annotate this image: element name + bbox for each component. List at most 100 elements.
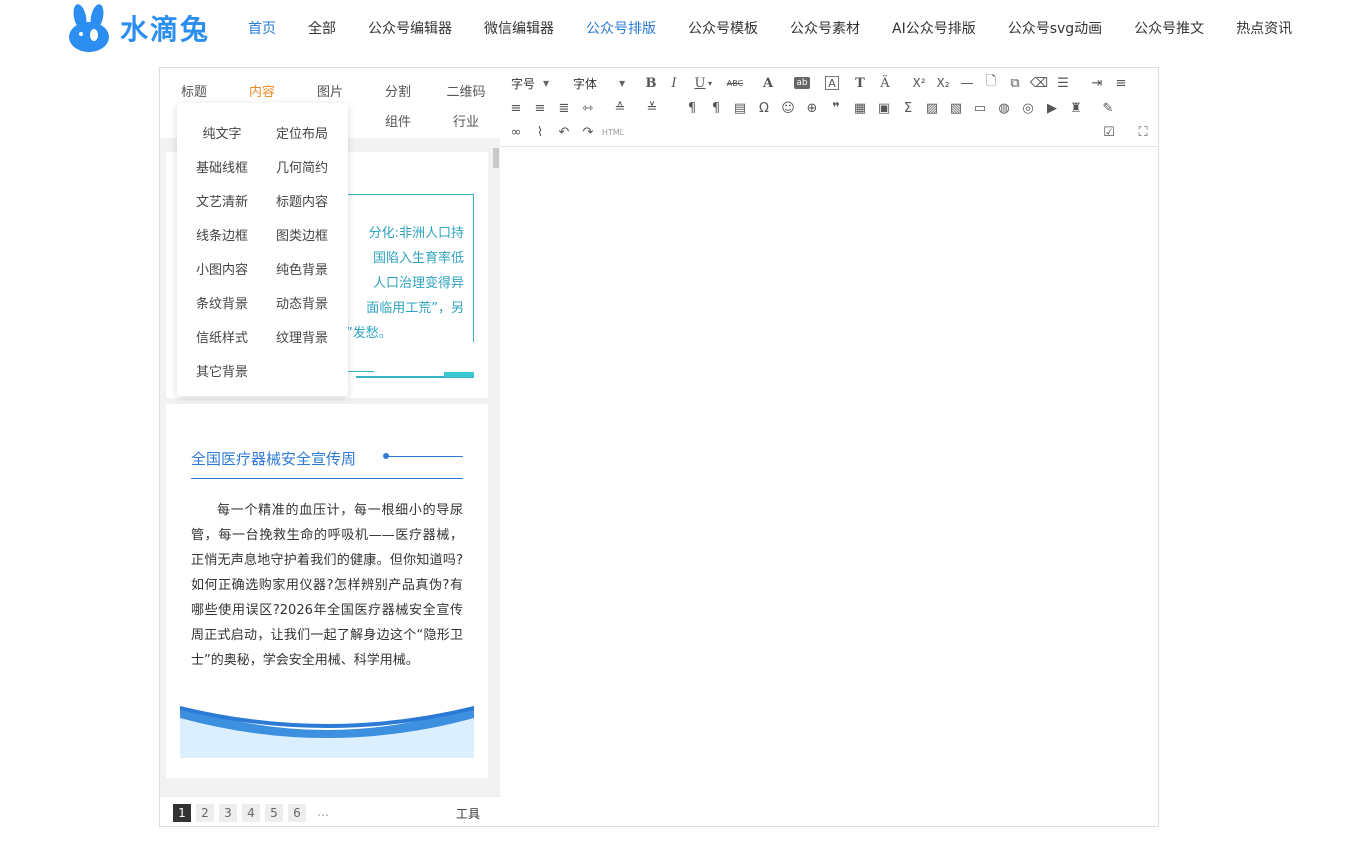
html-source-icon[interactable]: HTML [601, 122, 625, 142]
tab-component[interactable]: 组件 [364, 111, 432, 130]
redo-icon[interactable]: ↷ [578, 122, 598, 142]
link-icon[interactable]: ∞ [506, 122, 526, 142]
dropdown-item[interactable]: 纯色背景 [267, 259, 337, 278]
line-spacing-icon[interactable]: ☰ [1053, 73, 1073, 93]
text-style-icon[interactable]: T [850, 73, 870, 93]
superscript-icon[interactable]: X² [909, 73, 929, 93]
nav-item-wechat-editor[interactable]: 微信编辑器 [476, 18, 562, 38]
dropdown-item[interactable]: 标题内容 [267, 191, 337, 210]
font-family-select[interactable]: 字体 ▼ [573, 73, 639, 93]
dropdown-item[interactable]: 信纸样式 [187, 327, 257, 346]
justify-icon[interactable]: ≣ [554, 98, 574, 118]
font-size-increase-icon[interactable]: Ä [875, 73, 895, 93]
align-left-icon[interactable]: ≡ [1111, 73, 1131, 93]
table-icon[interactable]: ▦ [850, 98, 870, 118]
page-button[interactable]: 6 [288, 804, 306, 822]
highlight-icon[interactable]: ab [792, 73, 812, 93]
page-button[interactable]: 2 [196, 804, 214, 822]
font-color-icon[interactable]: A [758, 73, 778, 93]
nav-item-hot-news[interactable]: 热点资讯 [1228, 18, 1300, 38]
dropdown-item[interactable]: 线条边框 [187, 225, 257, 244]
font-size-select[interactable]: 字号 ▼ [511, 73, 567, 93]
ltr-icon[interactable]: ¶ [682, 98, 702, 118]
search-replace-icon[interactable]: ⊕ [802, 98, 822, 118]
image-icon[interactable]: ▨ [922, 98, 942, 118]
tab-title[interactable]: 标题 [160, 81, 228, 100]
formula-icon[interactable]: Σ [898, 98, 918, 118]
page-button[interactable]: 1 [173, 804, 191, 822]
align-center-icon[interactable]: ≡ [506, 98, 526, 118]
scroll-thumb[interactable] [493, 148, 499, 168]
new-document-icon[interactable]: 🗋 [981, 73, 1001, 93]
tools-button[interactable]: 工具 [456, 805, 480, 822]
template-icon[interactable]: ▣ [874, 98, 894, 118]
text-box-icon[interactable]: A [825, 76, 839, 90]
page-button[interactable]: 3 [219, 804, 237, 822]
template-card[interactable]: 全国医疗器械安全宣传周 每一个精准的血压计，每一根细小的导尿管，每一台挽救生命的… [166, 404, 488, 778]
nav-item-home[interactable]: 首页 [240, 18, 284, 38]
nav-item-ai-layout[interactable]: AI公众号排版 [884, 18, 984, 38]
dropdown-item[interactable]: 图类边框 [267, 225, 337, 244]
dropdown-item[interactable]: 条纹背景 [187, 293, 257, 312]
eraser-icon[interactable]: ⌫ [1029, 73, 1049, 93]
editor-content-area[interactable] [501, 148, 1158, 826]
nav-item-mp-articles[interactable]: 公众号推文 [1126, 18, 1212, 38]
unlink-icon[interactable]: ⌇ [530, 122, 550, 142]
tab-qrcode[interactable]: 二维码 [432, 81, 500, 100]
tab-industry[interactable]: 行业 [432, 111, 500, 130]
dropdown-item[interactable]: 定位布局 [267, 123, 337, 142]
quote-icon[interactable]: ❞ [826, 98, 846, 118]
paste-format-icon[interactable]: ⧉ [1005, 73, 1025, 93]
dropdown-item[interactable]: 纹理背景 [267, 327, 337, 346]
dropdown-item[interactable]: 动态背景 [267, 293, 337, 312]
nav-item-all[interactable]: 全部 [300, 18, 344, 38]
subscript-icon[interactable]: X₂ [933, 73, 953, 93]
italic-icon[interactable]: I [664, 73, 684, 93]
nav-item-mp-materials[interactable]: 公众号素材 [782, 18, 868, 38]
emoji-icon[interactable]: ☺ [778, 98, 798, 118]
page-button[interactable]: 5 [265, 804, 283, 822]
paragraph-spacing-top-icon[interactable]: ≙ [610, 98, 630, 118]
fullscreen-icon[interactable]: ⛶ [1133, 122, 1153, 142]
nav-item-mp-layout[interactable]: 公众号排版 [578, 18, 664, 38]
nav-item-mp-templates[interactable]: 公众号模板 [680, 18, 766, 38]
dropdown-item[interactable]: 基础线框 [187, 157, 257, 176]
editor-toolbar: 字号 ▼ 字体 ▼ B I U ▾ ABC A ab A T Ä X² X₂ — 🗋… [501, 68, 1158, 147]
rich-text-editor: 字号 ▼ 字体 ▼ B I U ▾ ABC A ab A T Ä X² X₂ — 🗋… [501, 68, 1158, 826]
undo-icon[interactable]: ↶ [554, 122, 574, 142]
dropdown-item[interactable]: 小图内容 [187, 259, 257, 278]
horizontal-rule-icon[interactable]: — [957, 73, 977, 93]
brand-logo[interactable]: 水滴兔 [66, 4, 210, 52]
align-right-icon[interactable]: ≡ [530, 98, 550, 118]
indent-icon[interactable]: ⇥ [1087, 73, 1107, 93]
palette-icon[interactable]: ◍ [994, 98, 1014, 118]
letter-spacing-icon[interactable]: ⇿ [578, 98, 598, 118]
dropdown-item[interactable]: 几何简约 [267, 157, 337, 176]
page-button[interactable]: 4 [242, 804, 260, 822]
magic-wand-icon[interactable]: ✎ [1098, 98, 1118, 118]
image-float-icon[interactable]: ▤ [730, 98, 750, 118]
tab-divider[interactable]: 分割 [364, 81, 432, 100]
map-icon[interactable]: ◎ [1018, 98, 1038, 118]
image-frame-icon[interactable]: ▭ [970, 98, 990, 118]
strikethrough-icon[interactable]: ABC [723, 73, 747, 93]
dropdown-item[interactable]: 其它背景 [187, 361, 257, 380]
special-char-icon[interactable]: Ω [754, 98, 774, 118]
dropdown-item[interactable]: 纯文字 [187, 123, 257, 142]
tab-image[interactable]: 图片 [296, 81, 364, 100]
page-ellipsis[interactable]: … [317, 805, 329, 819]
rtl-icon[interactable]: ¶ [706, 98, 726, 118]
nav-item-mp-editor[interactable]: 公众号编辑器 [360, 18, 460, 38]
multi-image-icon[interactable]: ▧ [946, 98, 966, 118]
chevron-down-icon: ▼ [619, 78, 626, 88]
bold-icon[interactable]: B [641, 73, 661, 93]
nav-item-svg-animation[interactable]: 公众号svg动画 [1000, 18, 1110, 38]
edit-mode-icon[interactable]: ☑ [1099, 122, 1119, 142]
list-scrollbar[interactable] [492, 138, 500, 796]
dropdown-item[interactable]: 文艺清新 [187, 191, 257, 210]
format-brush-icon[interactable]: ♜ [1066, 98, 1086, 118]
tab-content[interactable]: 内容 [228, 81, 296, 100]
video-icon[interactable]: ▶ [1042, 98, 1062, 118]
paragraph-spacing-bottom-icon[interactable]: ≚ [642, 98, 662, 118]
chevron-down-icon[interactable]: ▾ [705, 73, 715, 93]
